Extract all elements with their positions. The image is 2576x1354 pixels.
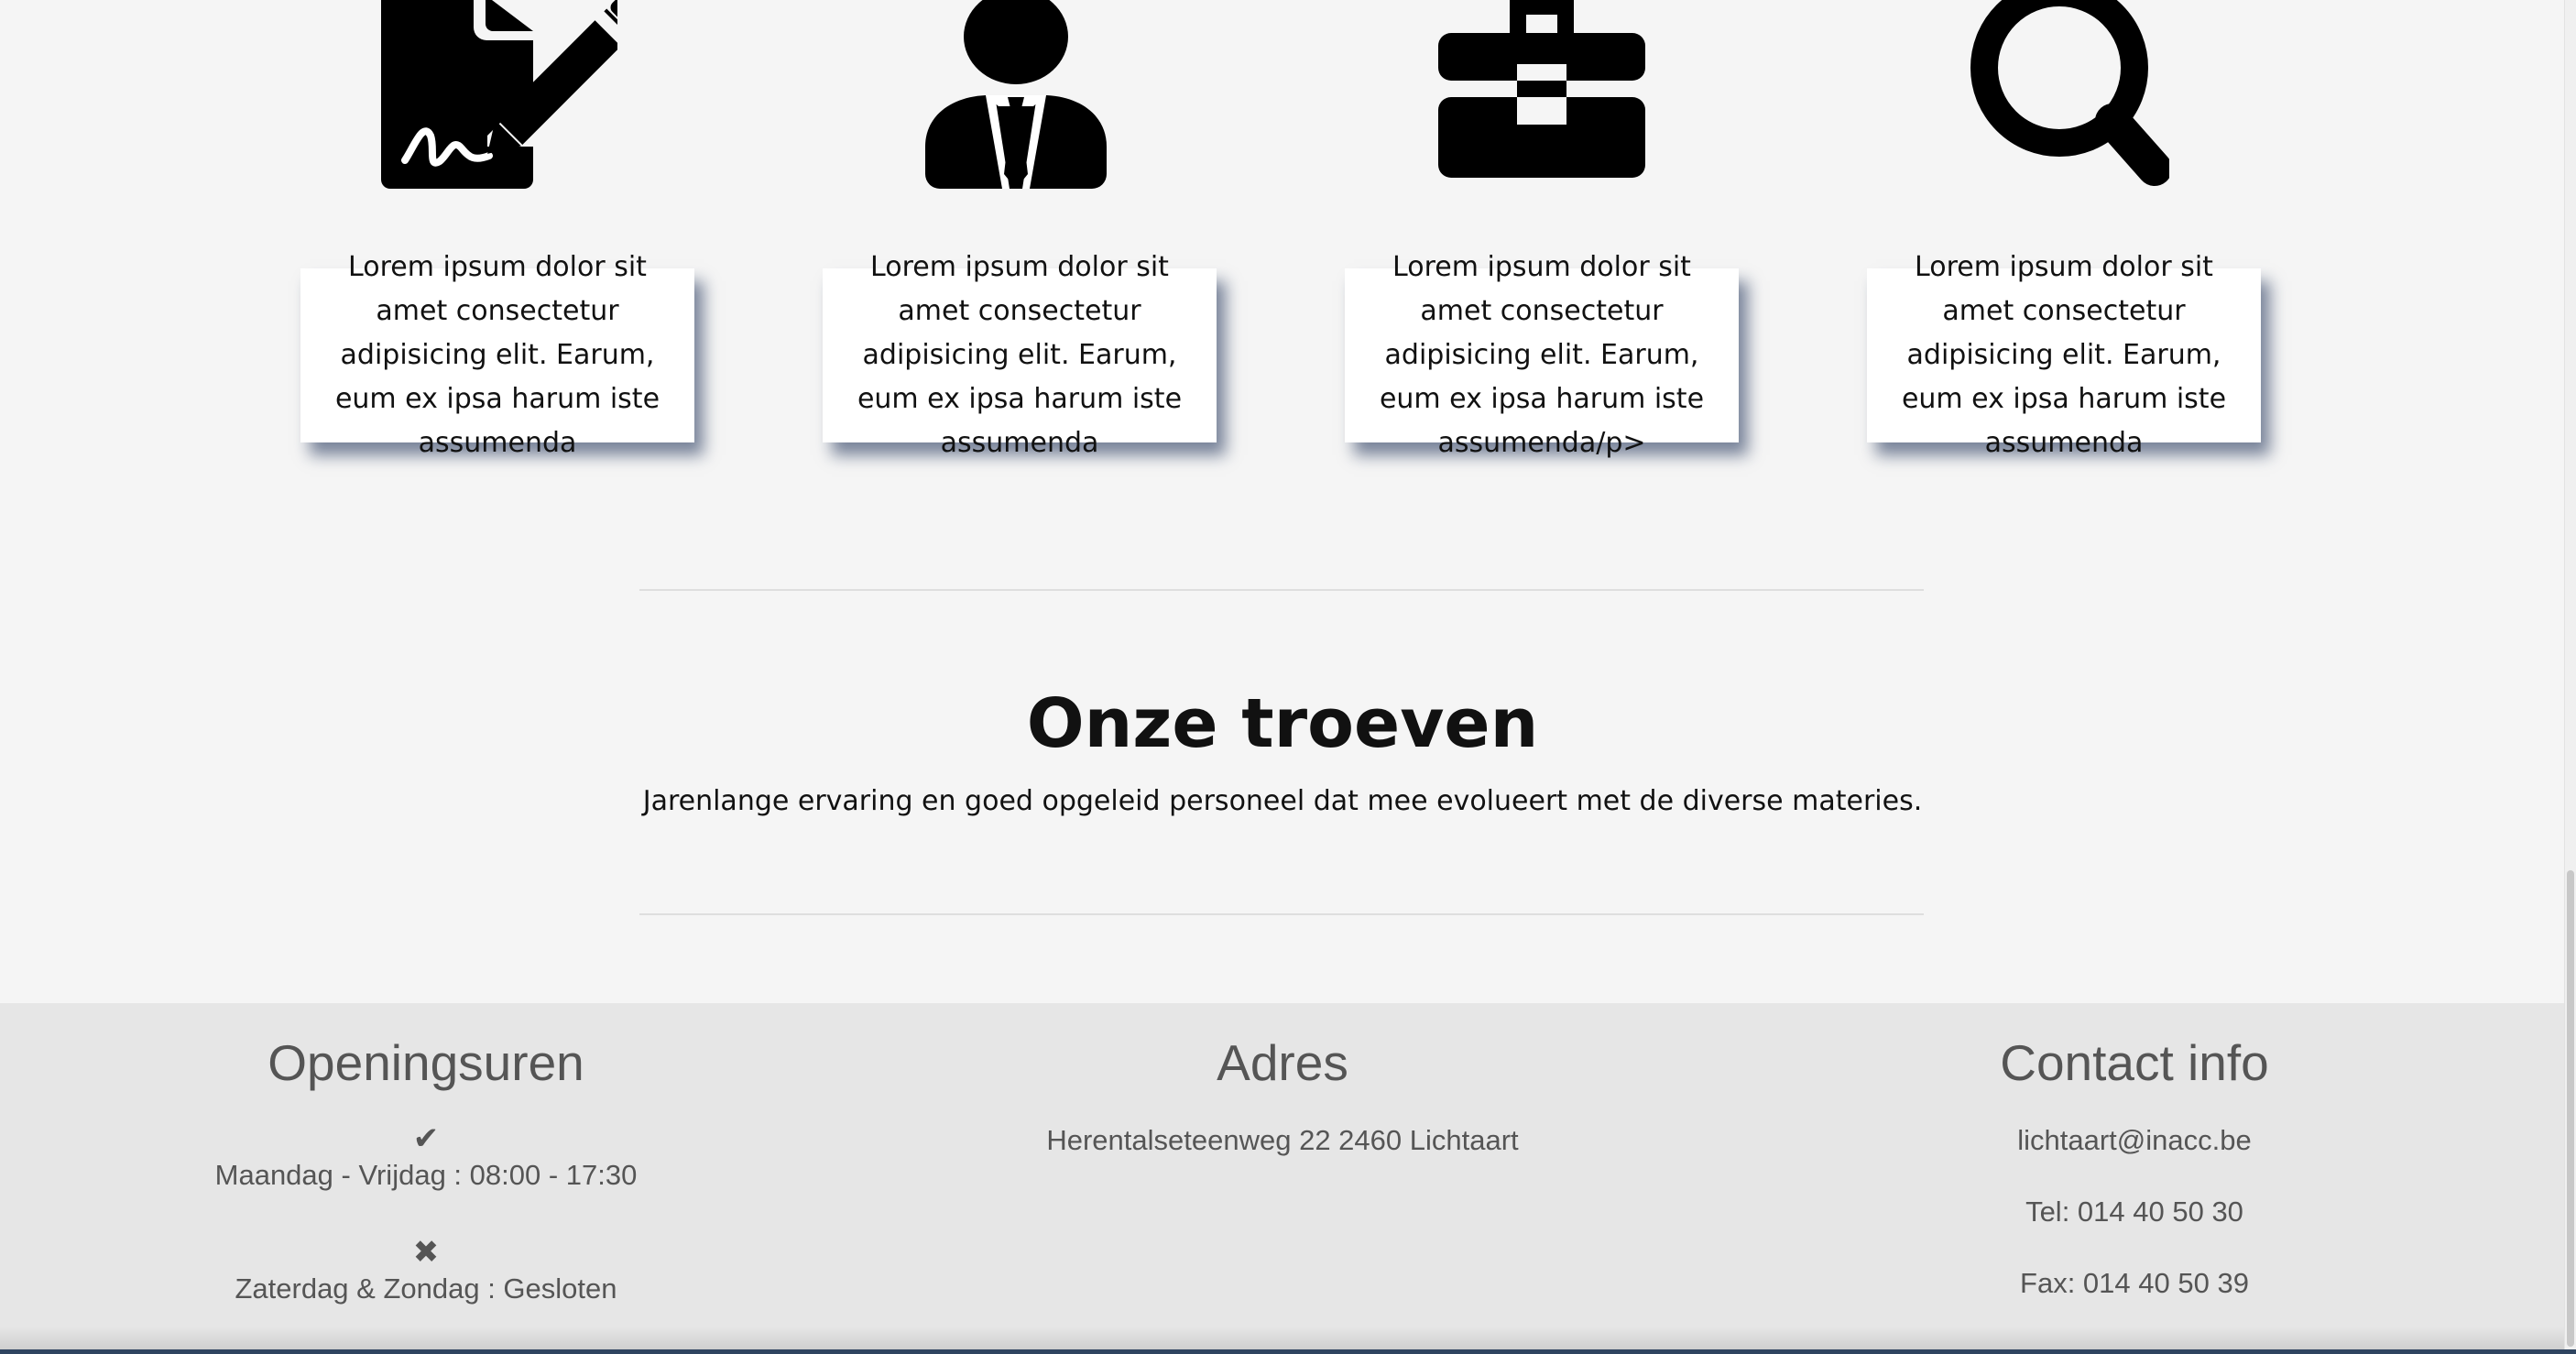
check-icon: ✔: [412, 1120, 440, 1157]
contact-fax-text: Fax: 014 40 50 39: [2020, 1267, 2249, 1299]
businessman-icon: [925, 0, 1107, 189]
feature-card: Lorem ipsum dolor sit amet consectetur a…: [300, 251, 694, 459]
scrollbar-thumb[interactable]: [2567, 870, 2574, 1347]
close-icon: ✖: [412, 1234, 440, 1271]
footer: Openingsuren ✔ Maandag - Vrijdag : 08:00…: [0, 1003, 2565, 1354]
section-divider-bottom: [639, 913, 1924, 915]
adres-title: Adres: [1217, 1034, 1348, 1091]
openingsuren-column: Openingsuren ✔ Maandag - Vrijdag : 08:00…: [183, 1031, 669, 1305]
contact-title: Contact info: [2000, 1034, 2269, 1091]
troeven-title: Onze troeven: [1026, 684, 1539, 763]
vertical-scrollbar[interactable]: [2564, 0, 2576, 1354]
troeven-text: Jarenlange ervaring en goed opgeleid per…: [642, 785, 1923, 817]
closed-hours-text: Zaterdag & Zondag : Gesloten: [235, 1272, 617, 1305]
feature-card: Lorem ipsum dolor sit amet consectetur a…: [823, 251, 1217, 459]
page: Lorem ipsum dolor sit amet consectetur a…: [0, 0, 2565, 1354]
openingsuren-title: Openingsuren: [267, 1034, 584, 1091]
search-icon: [1960, 0, 2169, 191]
feature-card: Lorem ipsum dolor sit amet consectetur a…: [1345, 251, 1739, 459]
open-hours-text: Maandag - Vrijdag : 08:00 - 17:30: [214, 1159, 638, 1191]
briefcase-icon: [1438, 0, 1645, 178]
section-divider-top: [639, 589, 1924, 591]
adres-column: Adres Herentalseteenweg 22 2460 Lichtaar…: [953, 1031, 1612, 1157]
feature-card: Lorem ipsum dolor sit amet consectetur a…: [1867, 251, 2261, 459]
address-text: Herentalseteenweg 22 2460 Lichtaart: [1046, 1124, 1519, 1156]
feature-card-text: Lorem ipsum dolor sit amet consectetur a…: [334, 251, 660, 459]
feature-card-text: Lorem ipsum dolor sit amet consectetur a…: [1901, 251, 2227, 459]
contact-tel-text: Tel: 014 40 50 30: [2025, 1196, 2243, 1228]
contact-column: Contact info lichtaart@inacc.be Tel: 014…: [1887, 1031, 2382, 1300]
contact-email-link[interactable]: lichtaart@inacc.be: [1887, 1124, 2382, 1157]
contract-sign-icon: [377, 0, 617, 189]
feature-card-text: Lorem ipsum dolor sit amet consectetur a…: [857, 251, 1183, 459]
feature-card-text: Lorem ipsum dolor sit amet consectetur a…: [1379, 251, 1705, 459]
window-bottom-edge: [0, 1349, 2576, 1354]
